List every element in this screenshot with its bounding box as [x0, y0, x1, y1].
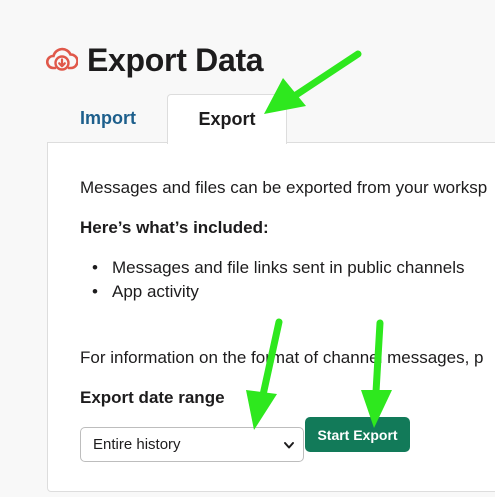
included-heading: Here’s what’s included:	[80, 218, 269, 237]
export-description: Messages and files can be exported from …	[80, 178, 488, 197]
list-item: Messages and file links sent in public c…	[92, 258, 464, 278]
date-range-select[interactable]: Entire history	[80, 427, 304, 462]
export-panel-content: Messages and files can be exported from …	[0, 0, 495, 497]
date-range-value: Entire history	[93, 436, 181, 453]
format-info-text: For information on the format of channel…	[80, 348, 484, 367]
chevron-down-icon	[283, 438, 295, 455]
start-export-button[interactable]: Start Export	[305, 417, 410, 452]
date-range-label: Export date range	[80, 388, 225, 407]
list-item: App activity	[92, 282, 199, 302]
